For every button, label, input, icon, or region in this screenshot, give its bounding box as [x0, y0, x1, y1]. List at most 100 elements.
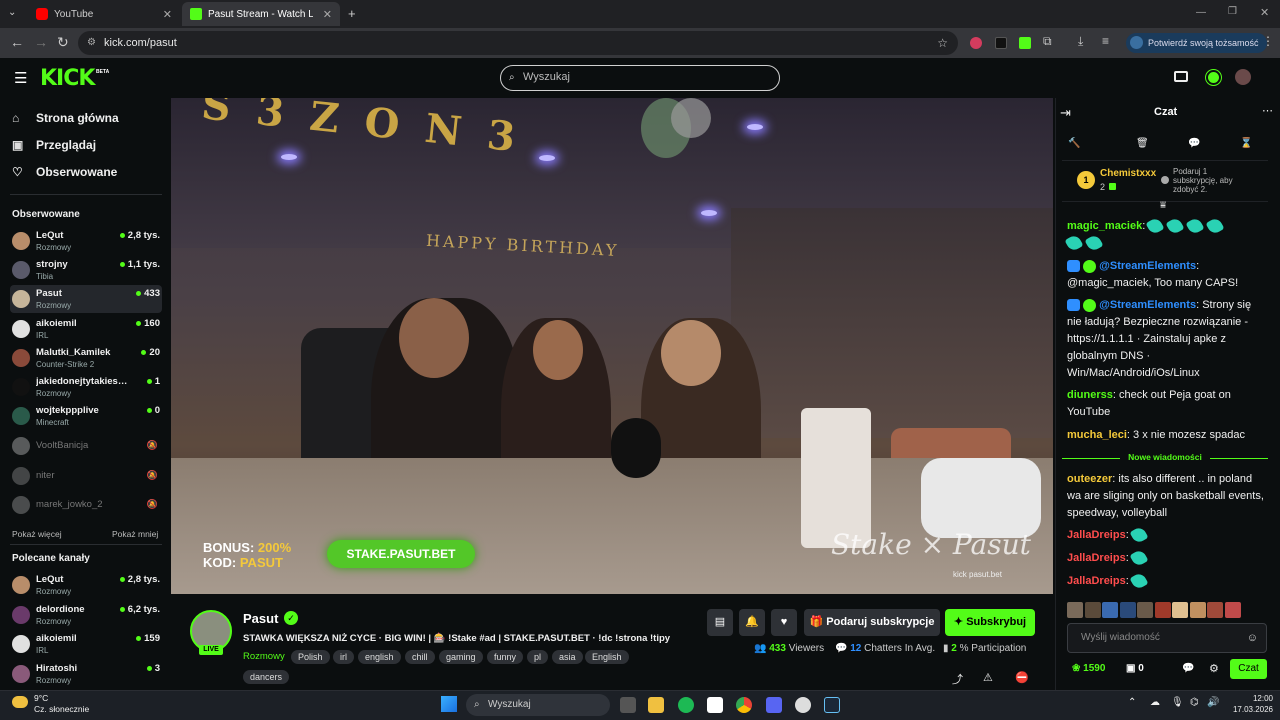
channel-item[interactable]: aikoiemil IRL 159	[10, 630, 162, 658]
recent-emotes-bar[interactable]	[1067, 602, 1267, 618]
extensions-puzzle-icon[interactable]: ⧉	[1043, 34, 1052, 49]
weather-widget[interactable]: 9°C Cz. słonecznie	[34, 693, 89, 715]
follow-button[interactable]: ♥	[771, 609, 797, 636]
subscribe-button[interactable]: ✦ Subskrybuj	[945, 609, 1035, 636]
forward-icon[interactable]: →	[34, 34, 48, 50]
close-window-icon[interactable]: ✕	[1260, 6, 1269, 19]
channel-item[interactable]: aikoiemil IRL 160	[10, 315, 162, 343]
hourglass-icon[interactable]: ⌛	[1240, 138, 1252, 149]
extension-icon[interactable]	[970, 37, 982, 49]
tab-youtube[interactable]: YouTube ✕	[28, 2, 180, 26]
chat-username[interactable]: mucha_leci	[1067, 429, 1127, 441]
url-bar[interactable]: ⚙ kick.com/pasut ☆	[78, 31, 958, 55]
clip-button[interactable]: ▤	[707, 609, 733, 636]
chat-message-input[interactable]: Wyślij wiadomość ☺	[1067, 623, 1267, 653]
show-more-button[interactable]: Pokaż więcej	[12, 529, 62, 539]
microphone-icon[interactable]: 🎙	[1171, 697, 1184, 708]
kick-wallet-icon[interactable]	[1206, 70, 1221, 85]
emote-icon[interactable]	[1172, 602, 1188, 618]
streamer-name[interactable]: Pasut	[243, 611, 278, 626]
emote-icon[interactable]	[1102, 602, 1118, 618]
extension-icon[interactable]	[995, 37, 1007, 49]
emote-icon[interactable]	[1224, 602, 1241, 618]
tag[interactable]: english	[358, 650, 401, 664]
emote-icon[interactable]	[1154, 602, 1171, 618]
emoji-icon[interactable]: ☺	[1247, 624, 1258, 652]
close-icon[interactable]: ✕	[323, 8, 332, 21]
channel-item-offline[interactable]: niter 🔕	[10, 462, 162, 490]
channel-item[interactable]: LeQut Rozmowy 2,8 tys.	[10, 571, 162, 599]
share-icon[interactable]: ⤴	[952, 671, 963, 687]
user-avatar[interactable]	[1235, 69, 1251, 85]
chat-username[interactable]: @StreamElements	[1099, 299, 1196, 311]
kick-extension-icon[interactable]	[1019, 37, 1031, 49]
stream-category[interactable]: Rozmowy	[243, 651, 285, 662]
leader-name[interactable]: Chemistxxx	[1100, 168, 1156, 179]
nav-browse[interactable]: ▣ Przeglądaj	[12, 138, 96, 152]
channel-item[interactable]: Malutki_Kamilek Counter-Strike 2 20	[10, 344, 162, 372]
task-view-icon[interactable]	[620, 697, 636, 713]
bookmark-star-icon[interactable]: ☆	[937, 31, 948, 55]
search-input[interactable]: ⌕ Wyszukaj	[500, 65, 780, 91]
back-icon[interactable]: ←	[10, 34, 24, 50]
gift-subs-button[interactable]: 🎁 Podaruj subskrypcje	[804, 609, 940, 636]
tag[interactable]: English	[585, 650, 629, 664]
file-explorer-icon[interactable]	[648, 697, 664, 713]
onedrive-icon[interactable]: ☁	[1150, 697, 1160, 708]
chat-bubble-icon[interactable]: 💬	[1188, 138, 1200, 149]
profile-verify-button[interactable]: Potwierdź swoją tożsamość	[1126, 33, 1267, 53]
emote-icon[interactable]	[1119, 602, 1136, 618]
emote-icon[interactable]	[1189, 602, 1206, 618]
tab-list-icon[interactable]: ⌄	[8, 7, 16, 18]
emote-icon[interactable]	[1084, 602, 1101, 618]
chat-counter[interactable]: ▣ 0	[1126, 663, 1144, 674]
new-tab-icon[interactable]: +	[348, 6, 356, 21]
kick-logo[interactable]: KICK	[40, 66, 95, 91]
site-info-icon[interactable]: ⚙	[87, 31, 96, 55]
tag[interactable]: dancers	[243, 670, 290, 684]
emote-icon[interactable]	[1207, 602, 1223, 618]
channel-item-offline[interactable]: marek_jowko_2 🔕	[10, 491, 162, 519]
network-icon[interactable]: ⌬	[1190, 697, 1199, 708]
channel-item[interactable]: Pasut Rozmowy 433	[10, 285, 162, 313]
channel-item-offline[interactable]: VooltBanicja 🔕	[10, 432, 162, 460]
hide-chat-icon[interactable]: ⛔	[1015, 671, 1029, 684]
chat-options-icon[interactable]: ⋯	[1262, 104, 1273, 117]
discord-icon[interactable]	[766, 697, 782, 713]
tag[interactable]: gaming	[439, 650, 483, 664]
reading-list-icon[interactable]: ≡	[1102, 34, 1109, 48]
channel-item[interactable]: delordione Rozmowy 6,2 tys.	[10, 601, 162, 629]
video-player[interactable]: S 3 Z O N 3 HAPPY BIRTHDAY BONUS: 200% K…	[171, 98, 1053, 594]
volume-icon[interactable]: 🔊	[1207, 697, 1219, 708]
notepad-icon[interactable]	[707, 697, 723, 713]
chat-username[interactable]: outeezer	[1067, 473, 1112, 485]
channel-item[interactable]: LeQut Rozmowy 2,8 tys.	[10, 227, 162, 255]
channel-item[interactable]: jakiedonejtytakiestri... Rozmowy 1	[10, 373, 162, 401]
maximize-icon[interactable]: ❐	[1228, 6, 1237, 17]
reload-icon[interactable]: ↻	[57, 34, 69, 51]
taskbar-search[interactable]: ⌕ Wyszukaj	[466, 694, 610, 716]
tab-kick[interactable]: Pasut Stream - Watch Live o ✕	[182, 2, 340, 26]
nav-following[interactable]: ♡ Obserwowane	[12, 165, 117, 179]
report-icon[interactable]: ⚠	[983, 671, 993, 684]
steam-icon[interactable]	[824, 697, 840, 713]
notifications-button[interactable]: 🔔	[739, 609, 765, 636]
minimize-icon[interactable]: —	[1196, 7, 1206, 18]
chat-username[interactable]: magic_maciek	[1067, 220, 1142, 232]
chat-username[interactable]: JallaDreips	[1067, 529, 1126, 541]
show-less-button[interactable]: Pokaż mniej	[112, 529, 158, 539]
send-chat-button[interactable]: Czat	[1230, 659, 1267, 679]
drops-icon[interactable]	[1174, 71, 1188, 82]
tag[interactable]: Polish	[291, 650, 330, 664]
channel-item[interactable]: wojtekppplive Minecraft 0	[10, 402, 162, 430]
tag[interactable]: asia	[552, 650, 583, 664]
settings-gear-icon[interactable]: ⚙	[1209, 662, 1219, 675]
chat-username[interactable]: diunerss	[1067, 389, 1113, 401]
emote-icon[interactable]	[1137, 602, 1153, 618]
channel-item[interactable]: Hiratoshi Rozmowy 3	[10, 660, 162, 688]
tag[interactable]: funny	[487, 650, 524, 664]
github-icon[interactable]	[795, 697, 811, 713]
filter-icon[interactable]: ⩸	[1160, 200, 1166, 211]
chat-username[interactable]: @StreamElements	[1099, 260, 1196, 272]
spotify-icon[interactable]	[678, 697, 694, 713]
